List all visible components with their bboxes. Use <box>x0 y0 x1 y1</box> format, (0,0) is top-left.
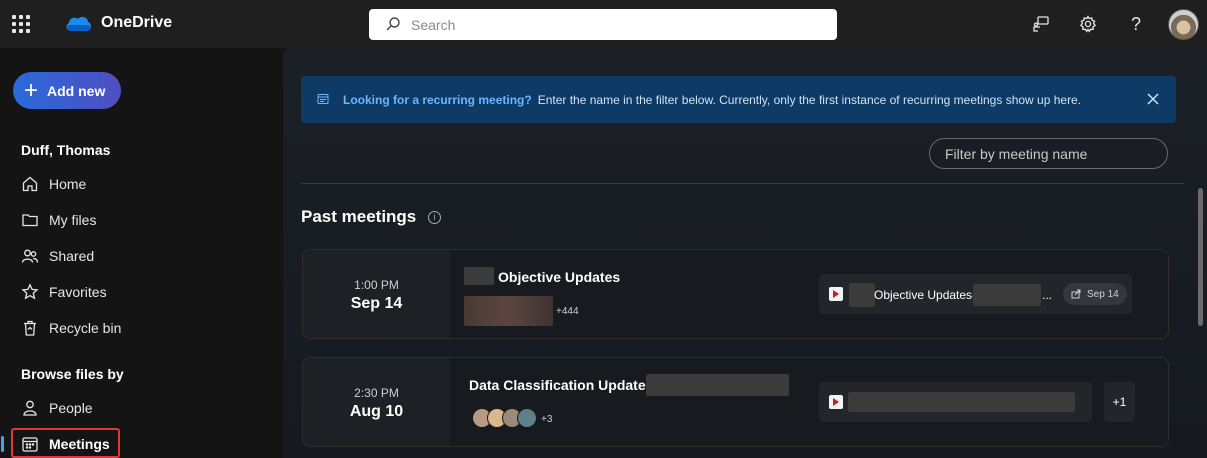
sidebar-item-label: Shared <box>49 248 95 264</box>
banner-text: Looking for a recurring meeting? Enter th… <box>343 93 1081 107</box>
star-icon <box>21 283 39 300</box>
meeting-title[interactable]: Data Classification Updates <box>469 377 653 393</box>
redacted-text <box>848 392 1075 412</box>
meeting-time: 1:00 PM <box>354 278 399 292</box>
sidebar-item-my-files[interactable]: My files <box>21 208 96 232</box>
redacted-text <box>646 374 789 396</box>
more-recordings-button[interactable]: +1 <box>1104 382 1135 422</box>
sidebar-item-favorites[interactable]: Favorites <box>21 280 107 304</box>
recording-title: Objective Updates- <box>874 288 977 302</box>
browse-heading: Browse files by <box>21 366 124 382</box>
sidebar: + Add new Duff, Thomas Home My files Sha… <box>0 48 283 458</box>
sidebar-item-meetings[interactable]: Meetings <box>21 432 110 456</box>
folder-icon <box>22 214 38 227</box>
sidebar-item-label: Meetings <box>49 436 110 452</box>
meeting-title[interactable]: Objective Updates <box>498 269 620 285</box>
redacted-text <box>464 267 494 285</box>
calendar-icon <box>317 94 329 104</box>
user-name: Duff, Thomas <box>21 142 111 158</box>
attendee-avatar[interactable] <box>517 408 537 428</box>
attendee-count[interactable]: +444 <box>556 306 579 317</box>
search-input[interactable] <box>411 9 811 40</box>
meeting-date-block: 1:00 PM Sep 14 <box>303 250 450 338</box>
meeting-card[interactable]: 1:00 PM Sep 14 Objective Updates +444 Ob… <box>302 249 1169 339</box>
scrollbar-thumb[interactable] <box>1198 188 1203 326</box>
sidebar-item-label: Home <box>49 176 87 192</box>
recording-date: Sep 14 <box>1087 288 1119 300</box>
info-icon[interactable]: i <box>428 211 441 224</box>
meeting-time: 2:30 PM <box>354 386 399 400</box>
banner-bold-text: Looking for a recurring meeting? <box>343 93 532 107</box>
feedback-icon[interactable] <box>1030 13 1052 35</box>
divider <box>301 183 1184 184</box>
sidebar-item-label: My files <box>49 212 97 228</box>
sidebar-item-shared[interactable]: Shared <box>21 244 94 268</box>
sidebar-item-label: Recycle bin <box>49 320 122 336</box>
top-bar: OneDrive ? <box>0 0 1207 48</box>
redacted-text <box>973 284 1041 306</box>
app-launcher-icon[interactable] <box>12 15 30 33</box>
recording-title-ellipsis: ... <box>1042 288 1053 302</box>
add-new-label: Add new <box>47 82 106 99</box>
search-icon <box>386 17 400 31</box>
meeting-day: Aug 10 <box>349 403 404 420</box>
sidebar-item-home[interactable]: Home <box>21 172 86 196</box>
gear-icon[interactable] <box>1077 13 1099 35</box>
attendee-count[interactable]: +3 <box>541 414 552 425</box>
video-play-icon <box>829 287 843 301</box>
people-icon <box>21 249 39 263</box>
recording-item[interactable]: Objective Updates- ... Sep 14 <box>819 274 1132 314</box>
sidebar-item-label: People <box>49 400 93 416</box>
add-new-button[interactable]: + Add new <box>13 72 121 109</box>
section-title: Past meetings <box>301 207 417 226</box>
sidebar-item-label: Favorites <box>49 284 107 300</box>
onedrive-logo-icon <box>66 16 91 31</box>
close-icon[interactable] <box>1146 92 1160 106</box>
calendar-icon <box>22 437 38 452</box>
home-icon <box>22 176 38 192</box>
shared-date-badge: Sep 14 <box>1063 283 1127 305</box>
share-icon <box>1071 289 1081 299</box>
active-indicator <box>1 436 4 452</box>
person-icon <box>23 400 37 416</box>
app-name: OneDrive <box>101 14 173 31</box>
plus-icon: + <box>24 76 39 104</box>
attendee-avatars <box>464 296 553 326</box>
filter-meeting-input[interactable] <box>929 138 1168 169</box>
avatar[interactable] <box>1168 9 1199 40</box>
meeting-date-block: 2:30 PM Aug 10 <box>303 358 450 446</box>
search-box[interactable] <box>369 9 837 40</box>
banner-body-text: Enter the name in the filter below. Curr… <box>537 93 1082 107</box>
brand[interactable]: OneDrive <box>64 13 172 33</box>
meeting-card[interactable]: 2:30 PM Aug 10 Data Classification Updat… <box>302 357 1169 447</box>
info-banner: Looking for a recurring meeting? Enter th… <box>301 76 1176 123</box>
sidebar-item-people[interactable]: People <box>21 396 93 420</box>
meeting-day: Sep 14 <box>350 295 403 312</box>
recycle-bin-icon <box>24 320 36 336</box>
sidebar-item-recycle-bin[interactable]: Recycle bin <box>21 316 121 340</box>
video-play-icon <box>829 395 843 409</box>
help-icon[interactable]: ? <box>1125 13 1147 35</box>
main-content: Looking for a recurring meeting? Enter th… <box>283 48 1207 458</box>
redacted-text <box>849 283 875 307</box>
recording-item[interactable] <box>819 382 1092 422</box>
